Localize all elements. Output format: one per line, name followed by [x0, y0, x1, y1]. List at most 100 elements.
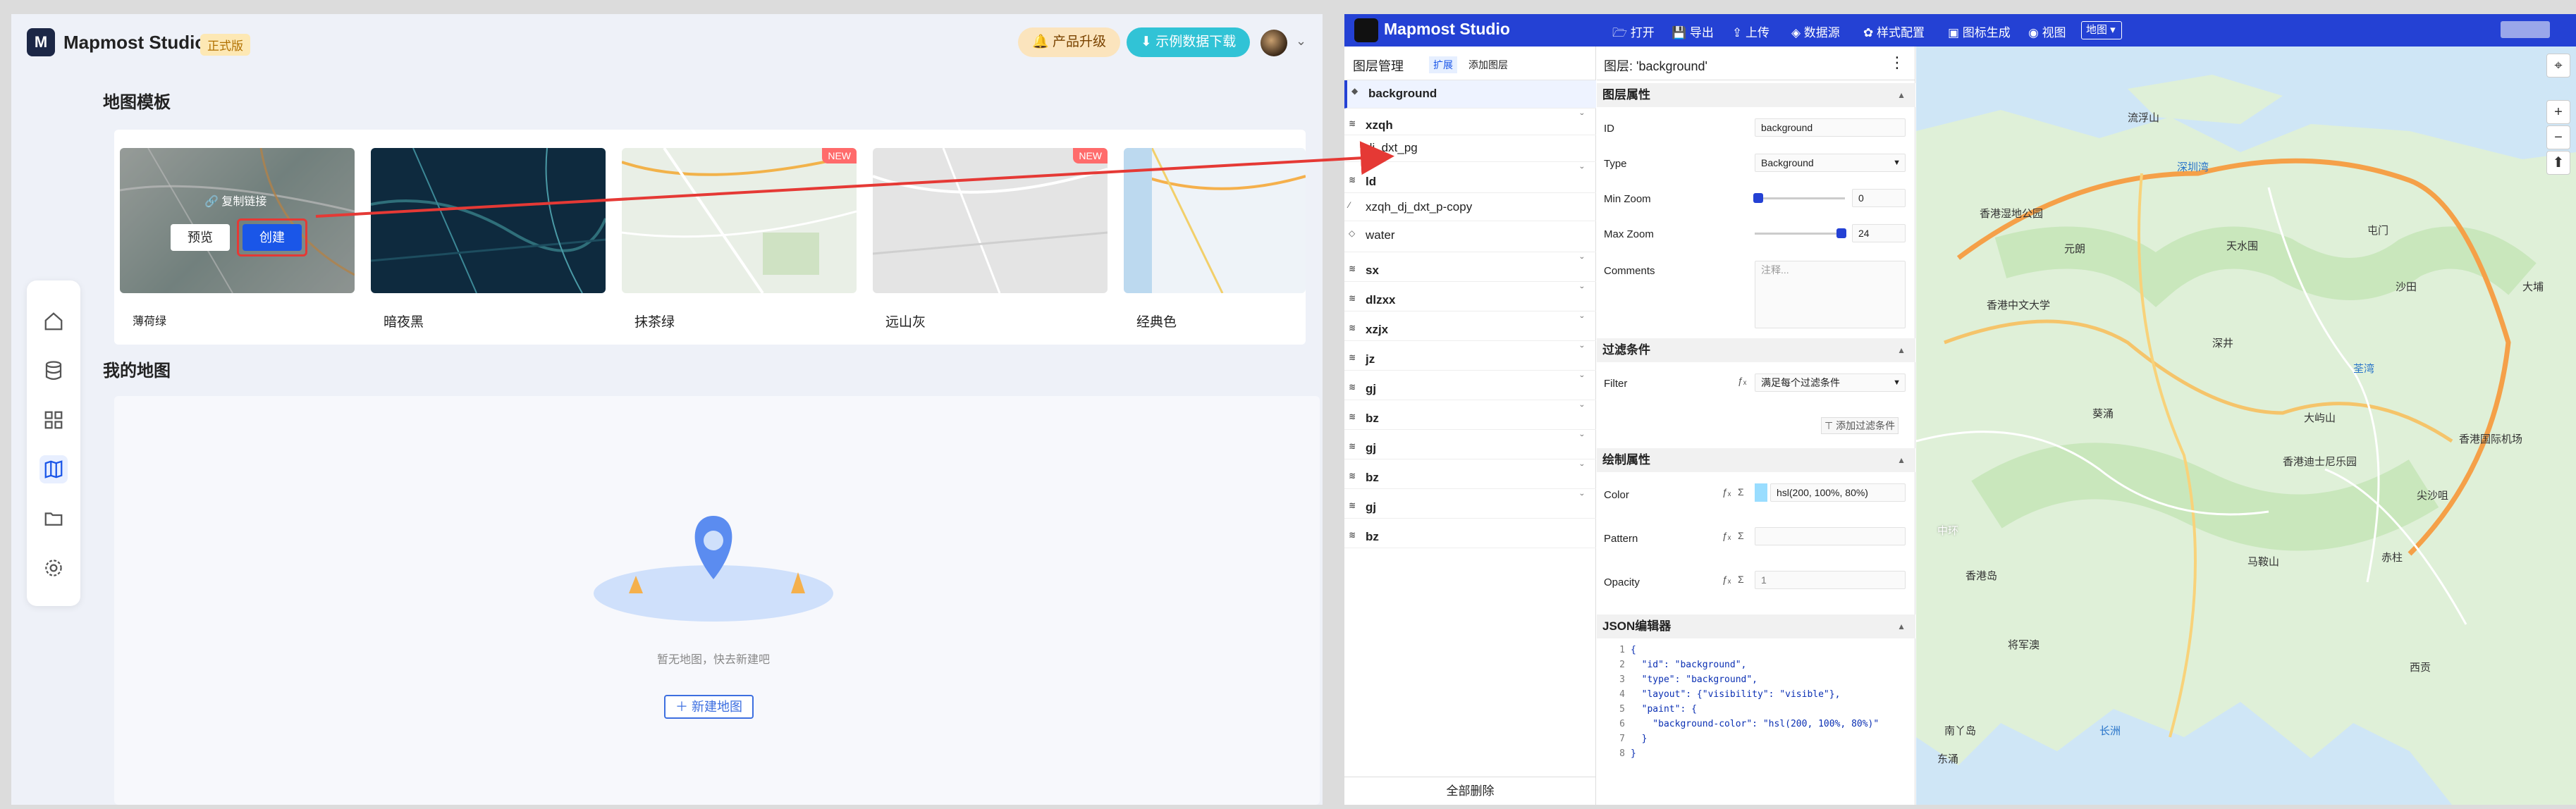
collapse-icon[interactable]: ˇ [1580, 492, 1583, 503]
zoom-in-button[interactable]: + [2546, 100, 2570, 124]
maxzoom-input[interactable]: 24 [1852, 224, 1906, 242]
map-label: 中环 [1937, 525, 1959, 537]
user-menu[interactable] [2501, 21, 2550, 38]
copy-link[interactable]: 🔗 复制链接 [204, 192, 266, 209]
collapse-icon[interactable]: ˇ [1580, 285, 1583, 296]
props-section-header[interactable]: 图层属性 ▲ [1597, 83, 1915, 107]
function-icon[interactable]: ƒₓ [1722, 530, 1731, 541]
minzoom-handle[interactable] [1753, 193, 1763, 203]
filter-select[interactable]: 满足每个过滤条件 ▼ [1755, 373, 1906, 392]
color-swatch[interactable] [1755, 483, 1767, 502]
locate-icon[interactable]: ⌖ [2546, 54, 2570, 78]
folder-icon[interactable] [39, 505, 68, 533]
template-card[interactable] [371, 148, 606, 293]
layer-group[interactable]: ≋ ld ˇ [1344, 162, 1596, 193]
export-button[interactable]: 💾 导出 [1672, 23, 1714, 40]
collapse-icon[interactable]: ˇ [1580, 165, 1583, 176]
id-input[interactable]: background [1755, 118, 1906, 137]
database-icon[interactable] [39, 357, 68, 385]
map-label: 赤柱 [2381, 552, 2403, 564]
maxzoom-handle[interactable] [1836, 228, 1846, 238]
upgrade-button[interactable]: 🔔 产品升级 [1018, 27, 1120, 57]
sample-download-button[interactable]: ⬇ 示例数据下载 [1127, 27, 1251, 57]
sigma-icon[interactable]: Σ [1738, 486, 1744, 498]
template-card[interactable] [1124, 148, 1306, 293]
collapse-icon[interactable]: ˇ [1580, 344, 1583, 355]
delete-all-button[interactable]: 全部删除 [1344, 777, 1596, 805]
type-select[interactable]: Background ▼ [1755, 154, 1906, 172]
layer-group[interactable]: ≋ xzjx ˇ [1344, 311, 1596, 341]
add-filter-button[interactable]: ⊤ 添加过滤条件 [1821, 417, 1899, 434]
layer-group[interactable]: ≋ gj ˇ [1344, 489, 1596, 519]
expand-button[interactable]: 扩展 [1429, 56, 1457, 73]
gear-icon[interactable] [39, 554, 68, 582]
map-icon[interactable] [39, 455, 68, 483]
json-section-header[interactable]: JSON编辑器 ▲ [1597, 615, 1915, 638]
home-icon[interactable] [39, 307, 68, 335]
layer-item[interactable]: ◆ background [1344, 80, 1596, 109]
upload-button[interactable]: ⇪ 上传 [1732, 23, 1770, 40]
layer-group[interactable]: ≋ gj ˇ [1344, 430, 1596, 459]
function-icon[interactable]: ƒₓ [1722, 574, 1731, 585]
template-card[interactable]: 🔗 复制链接 预览 创建 [120, 148, 355, 293]
layer-group[interactable]: ≋ dlzxx ˇ [1344, 282, 1596, 311]
compass-icon[interactable]: ⬆ [2546, 151, 2570, 175]
layers-icon: ≋ [1349, 382, 1356, 392]
pattern-input[interactable] [1755, 527, 1906, 545]
layer-group[interactable]: ≋ bz ˇ [1344, 459, 1596, 489]
collapse-icon[interactable]: ˇ [1580, 462, 1583, 474]
function-icon[interactable]: ƒₓ [1738, 375, 1746, 386]
map-canvas[interactable]: 流浮山 深圳湾 香港湿地公园 元朗 天水围 屯门 沙田 大埔 香港中文大学 深井… [1916, 47, 2576, 805]
paint-section-header[interactable]: 绘制属性 ▲ [1597, 448, 1915, 472]
map-label: 深圳湾 [2177, 161, 2209, 173]
layer-group[interactable]: ≋ bz ˇ [1344, 400, 1596, 430]
layer-item[interactable]: ◇ water [1344, 221, 1596, 252]
layer-group[interactable]: ≋ gj ˇ [1344, 371, 1596, 400]
filter-section-header[interactable]: 过滤条件 ▲ [1597, 338, 1915, 362]
color-input[interactable]: hsl(200, 100%, 80%) [1770, 483, 1906, 502]
collapse-icon[interactable]: ˇ [1580, 433, 1583, 444]
add-layer-button[interactable]: 添加图层 [1468, 58, 1508, 72]
opacity-input[interactable]: 1 [1755, 571, 1906, 589]
template-card[interactable]: NEW [873, 148, 1108, 293]
style-config-button[interactable]: ✿ 样式配置 [1863, 23, 1925, 40]
avatar[interactable] [1261, 30, 1287, 56]
layer-group[interactable]: ≋ bz [1344, 519, 1596, 548]
collapse-icon[interactable]: ˇ [1580, 255, 1583, 266]
template-thumbnail [873, 148, 1108, 293]
chevron-down-icon[interactable]: ⌄ [1296, 34, 1306, 49]
json-editor[interactable]: 1{ 2 "id": "background", 3 "type": "back… [1597, 643, 1915, 762]
new-map-button[interactable]: ＋ 新建地图 [664, 695, 754, 719]
function-icon[interactable]: ƒₓ [1722, 486, 1731, 498]
minzoom-slider[interactable] [1755, 197, 1845, 199]
layer-group[interactable]: ≋ sx ˇ [1344, 252, 1596, 282]
layer-group[interactable]: ≋ jz ˇ [1344, 341, 1596, 371]
datasource-button[interactable]: ◈ 数据源 [1791, 23, 1840, 40]
collapse-icon[interactable]: ˇ [1580, 314, 1583, 326]
app-name: Mapmost Studio [63, 32, 207, 53]
template-name: 薄荷绿 [133, 316, 167, 328]
preview-button[interactable]: 预览 [171, 224, 230, 251]
template-card[interactable]: NEW [622, 148, 857, 293]
collapse-icon[interactable]: ˇ [1580, 403, 1583, 414]
layers-icon: ≋ [1349, 530, 1356, 540]
comments-textarea[interactable]: 注释... [1755, 261, 1906, 328]
view-button[interactable]: ◉ 视图 [2028, 23, 2066, 40]
layer-item[interactable]: dj_dxt_pg [1344, 135, 1596, 162]
collapse-icon[interactable]: ˇ [1580, 373, 1583, 385]
zoom-out-button[interactable]: − [2546, 125, 2570, 149]
layer-item[interactable]: ⁄ xzqh_dj_dxt_p-copy [1344, 193, 1596, 221]
layer-group[interactable]: ≋ xzqh ˇ [1344, 109, 1596, 135]
plus-icon: ＋ [675, 700, 692, 714]
icon-gen-button[interactable]: ▣ 图标生成 [1948, 23, 2011, 40]
map-select[interactable]: 地图 ▾ [2081, 21, 2122, 39]
sigma-icon[interactable]: Σ [1738, 574, 1744, 585]
create-button[interactable]: 创建 [243, 224, 302, 251]
sigma-icon[interactable]: Σ [1738, 530, 1744, 541]
open-button[interactable]: 🗁 打开 [1612, 23, 1655, 44]
collapse-icon[interactable]: ˇ [1580, 111, 1583, 123]
more-icon[interactable]: ⋮ [1889, 54, 1905, 72]
grid-icon[interactable] [39, 406, 68, 434]
maxzoom-slider[interactable] [1755, 233, 1845, 235]
minzoom-input[interactable]: 0 [1852, 189, 1906, 207]
